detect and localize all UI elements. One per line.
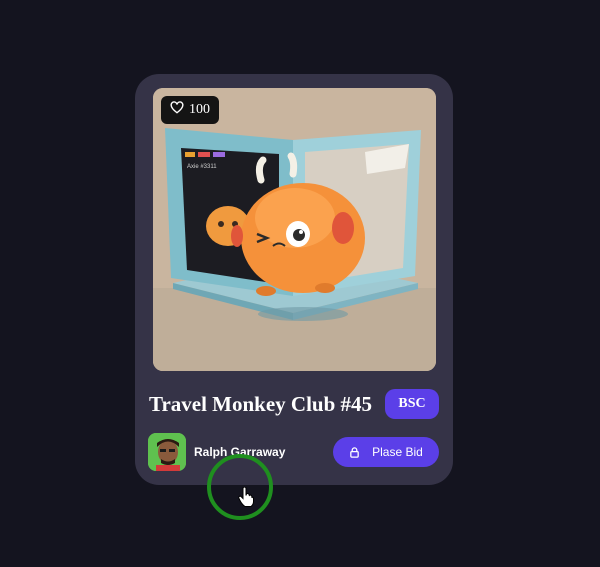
chain-badge[interactable]: BSC xyxy=(385,389,439,419)
place-bid-button[interactable]: Plase Bid xyxy=(333,437,439,467)
lock-icon xyxy=(349,446,360,458)
heart-icon xyxy=(170,101,184,119)
svg-text:Axie #3311: Axie #3311 xyxy=(187,164,217,170)
like-count: 100 xyxy=(189,102,210,117)
nft-card: Axie #3311 100 Travel Monkey Club #45 BS… xyxy=(135,74,453,485)
nft-artwork: Axie #3311 xyxy=(153,88,436,371)
nft-image[interactable]: Axie #3311 100 xyxy=(153,88,436,371)
hand-pointer-icon xyxy=(238,486,254,512)
place-bid-label: Plase Bid xyxy=(372,445,423,459)
like-counter[interactable]: 100 xyxy=(161,96,219,124)
nft-title: Travel Monkey Club #45 xyxy=(149,392,373,416)
owner-avatar[interactable] xyxy=(148,433,186,471)
